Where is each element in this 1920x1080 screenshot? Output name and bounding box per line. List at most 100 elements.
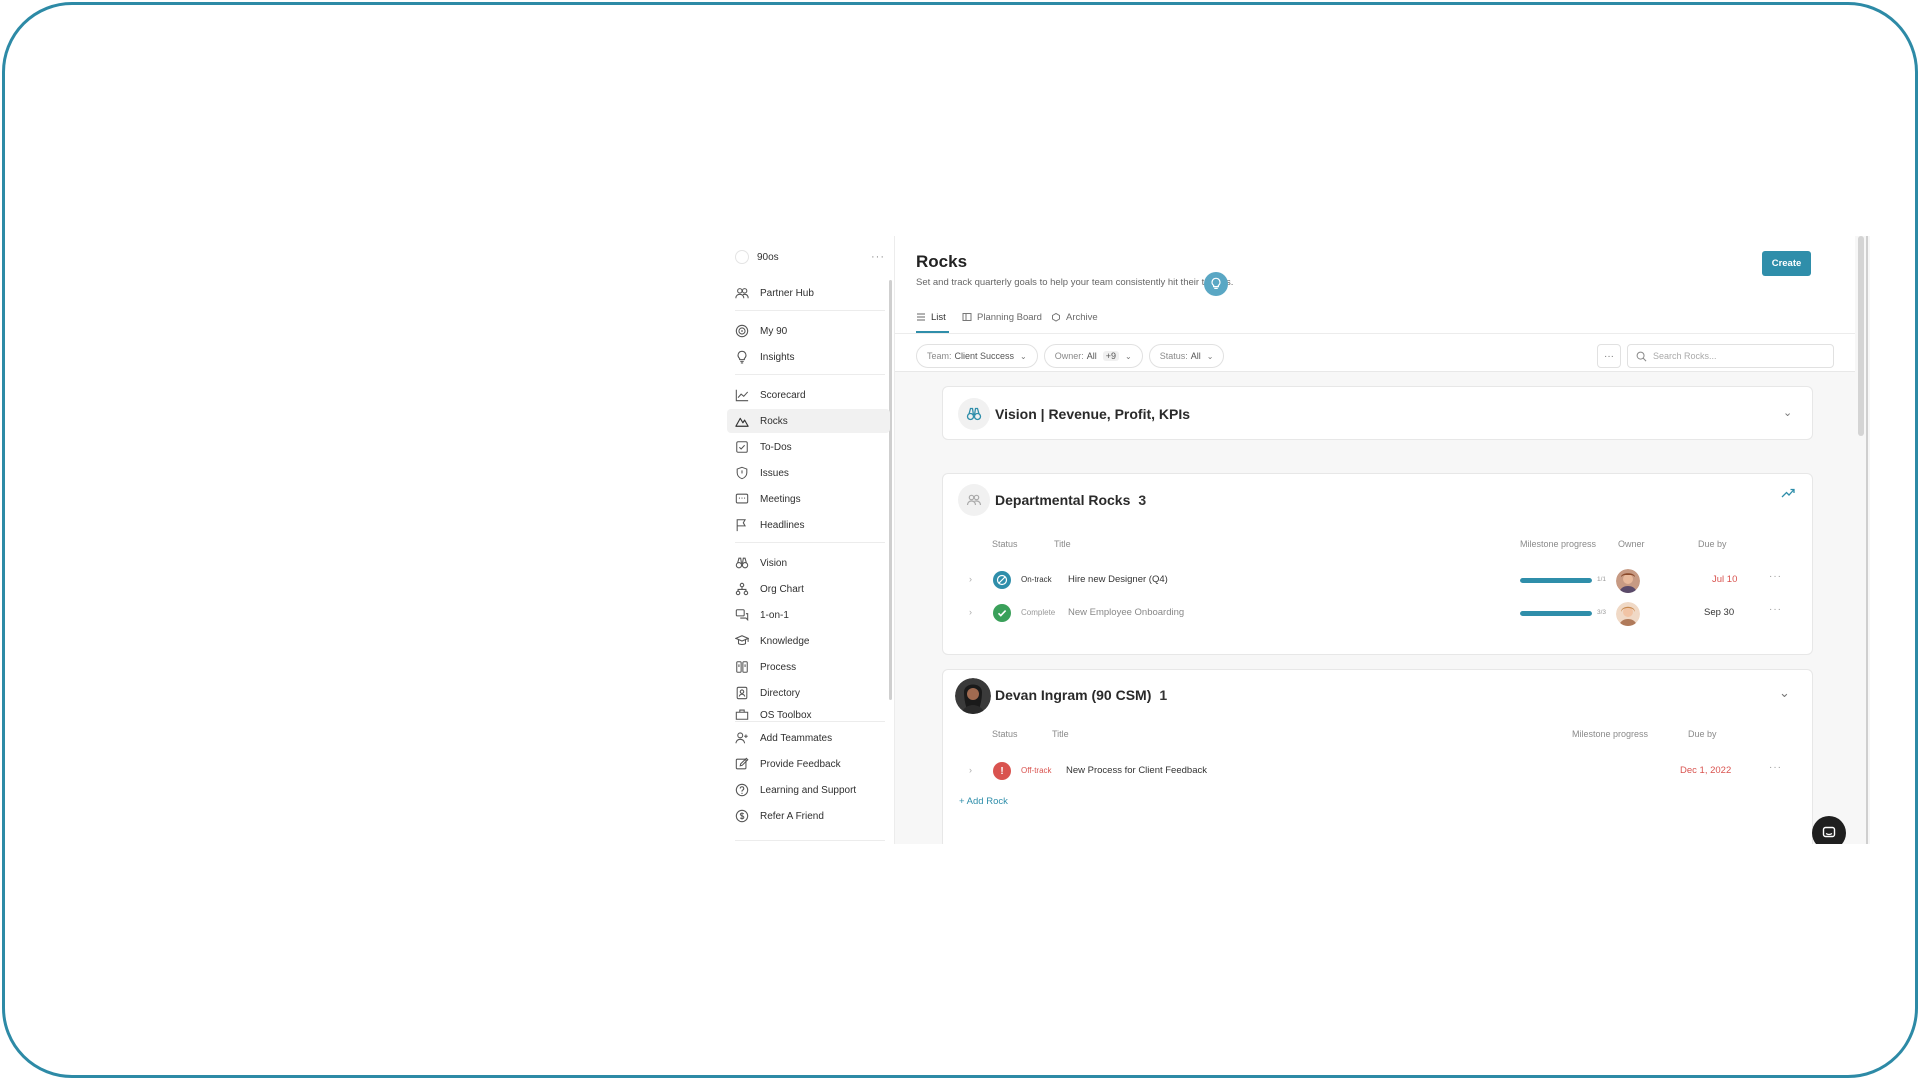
status-label: Off-track: [1021, 766, 1052, 775]
tab-label: Archive: [1066, 311, 1098, 323]
workspace-more-icon[interactable]: ···: [871, 251, 885, 263]
sidebar-item-knowledge[interactable]: Knowledge: [727, 629, 890, 653]
rock-count: 1: [1159, 687, 1168, 703]
sidebar-item-rocks[interactable]: Rocks: [727, 409, 890, 433]
dollar-circle-icon: [735, 809, 749, 823]
filter-label: Team:: [927, 351, 952, 361]
row-more-icon[interactable]: ···: [1769, 571, 1782, 582]
sidebar-item-org-chart[interactable]: Org Chart: [727, 577, 890, 601]
row-more-icon[interactable]: ···: [1769, 604, 1782, 615]
sidebar-item-issues[interactable]: Issues: [727, 461, 890, 485]
page-subtitle: Set and track quarterly goals to help yo…: [916, 277, 1234, 288]
due-date: Sep 30: [1704, 607, 1735, 618]
sidebar-item-vision[interactable]: Vision: [727, 551, 890, 575]
owner-avatar[interactable]: [1616, 569, 1640, 593]
column-header-due: Due by: [1698, 539, 1727, 549]
off-track-alert-icon: !: [993, 762, 1011, 780]
chevron-down-icon: ⌄: [1206, 351, 1214, 361]
sidebar-item-my-90[interactable]: My 90: [727, 319, 890, 343]
rock-title[interactable]: Hire new Designer (Q4): [1068, 574, 1168, 585]
more-options-button[interactable]: ···: [1597, 344, 1621, 368]
status-label: On-track: [1021, 575, 1052, 584]
chevron-down-icon[interactable]: ⌄: [1783, 406, 1792, 419]
sidebar-item-provide-feedback[interactable]: Provide Feedback: [727, 752, 890, 776]
sidebar-divider: [735, 542, 885, 543]
toolbox-icon: [735, 709, 749, 720]
filter-value: All: [1086, 351, 1097, 361]
tab-label: Planning Board: [977, 311, 1042, 323]
sidebar-item-label: To-Dos: [760, 441, 792, 453]
sidebar-item-os-toolbox[interactable]: OS Toolbox: [727, 705, 890, 721]
mountain-icon: [735, 417, 749, 427]
chat-support-button[interactable]: [1812, 816, 1846, 844]
row-more-icon[interactable]: ···: [1769, 762, 1782, 773]
vision-card[interactable]: Vision | Revenue, Profit, KPIs ⌄: [942, 386, 1813, 440]
sidebar-item-to-dos[interactable]: To-Dos: [727, 435, 890, 459]
rock-title[interactable]: New Employee Onboarding: [1068, 607, 1184, 618]
sidebar-item-refer-friend[interactable]: Refer A Friend: [727, 804, 890, 828]
column-header-due: Due by: [1688, 729, 1717, 739]
sidebar-item-label: Partner Hub: [760, 287, 814, 299]
chevron-right-icon[interactable]: ›: [969, 607, 972, 617]
search-input[interactable]: [1653, 351, 1823, 361]
vision-card-icon: [958, 398, 990, 430]
owner-filter[interactable]: Owner: All +9 ⌄: [1043, 344, 1143, 368]
board-icon: [962, 313, 972, 321]
lightbulb-icon: [1211, 277, 1221, 289]
sidebar-item-label: 1-on-1: [760, 609, 789, 621]
help-circle-icon: [735, 783, 749, 797]
trend-up-icon[interactable]: [1781, 486, 1795, 504]
chat-icon: [1822, 826, 1836, 838]
checkbox-icon: [736, 441, 748, 453]
help-lightbulb-button[interactable]: [1204, 272, 1228, 296]
sidebar-item-meetings[interactable]: Meetings: [727, 487, 890, 511]
page-header: Rocks Set and track quarterly goals to h…: [895, 236, 1855, 372]
vision-card-title: Vision | Revenue, Profit, KPIs: [995, 406, 1191, 422]
chevron-right-icon[interactable]: ›: [969, 765, 972, 775]
add-user-icon: [735, 732, 748, 744]
owner-avatar[interactable]: [1616, 602, 1640, 626]
person-card-title: Devan Ingram (90 CSM) 1: [995, 687, 1167, 703]
tab-list[interactable]: List: [916, 306, 946, 328]
team-icon: [966, 494, 982, 506]
add-rock-link[interactable]: + Add Rock: [959, 796, 1008, 807]
sidebar-item-directory[interactable]: Directory: [727, 681, 890, 705]
create-button[interactable]: Create: [1762, 251, 1811, 276]
sidebar-item-partner-hub[interactable]: Partner Hub: [727, 281, 890, 305]
tab-archive[interactable]: Archive: [1051, 306, 1098, 328]
sidebar-item-process[interactable]: Process: [727, 655, 890, 679]
person-avatar: [955, 678, 991, 714]
column-header-milestone: Milestone progress: [1572, 729, 1649, 739]
filter-label: Status:: [1159, 351, 1188, 361]
list-icon: [917, 313, 925, 321]
table-row[interactable]: › On-track Hire new Designer (Q4) 1/1 Ju…: [943, 563, 1812, 597]
column-header-owner: Owner: [1618, 539, 1645, 549]
org-chart-icon: [735, 582, 749, 596]
sidebar-item-label: Process: [760, 661, 797, 673]
table-row[interactable]: › ! Off-track New Process for Client Fee…: [943, 754, 1812, 788]
process-icon: [736, 661, 748, 673]
table-row[interactable]: › Complete New Employee Onboarding 3/3 S…: [943, 596, 1812, 630]
milestone-progress-bar: [1520, 611, 1592, 616]
workspace-logo: [735, 250, 749, 264]
main-scrollbar[interactable]: [1858, 236, 1864, 436]
sidebar-item-1-on-1[interactable]: 1-on-1: [727, 603, 890, 627]
sidebar-item-learning-support[interactable]: Learning and Support: [727, 778, 890, 802]
meetings-icon: [735, 493, 749, 504]
sidebar-item-scorecard[interactable]: Scorecard: [727, 383, 890, 407]
chart-line-icon: [735, 389, 749, 402]
tab-planning-board[interactable]: Planning Board: [962, 306, 1042, 328]
rock-title[interactable]: New Process for Client Feedback: [1066, 765, 1207, 776]
sidebar-item-label: Org Chart: [760, 583, 804, 595]
workspace-switcher[interactable]: 90os ···: [735, 248, 885, 266]
team-filter[interactable]: Team: Client Success ⌄: [916, 344, 1038, 368]
chevron-down-icon[interactable]: ⌄: [1779, 685, 1790, 701]
flag-icon: [736, 519, 746, 532]
status-filter[interactable]: Status: All ⌄: [1148, 344, 1225, 368]
chevron-right-icon[interactable]: ›: [969, 574, 972, 584]
lightbulb-icon: [737, 350, 747, 364]
sidebar-item-add-teammates[interactable]: Add Teammates: [727, 726, 890, 750]
sidebar-item-headlines[interactable]: Headlines: [727, 513, 890, 537]
sidebar-item-insights[interactable]: Insights: [727, 345, 890, 369]
knowledge-icon: [735, 635, 749, 646]
